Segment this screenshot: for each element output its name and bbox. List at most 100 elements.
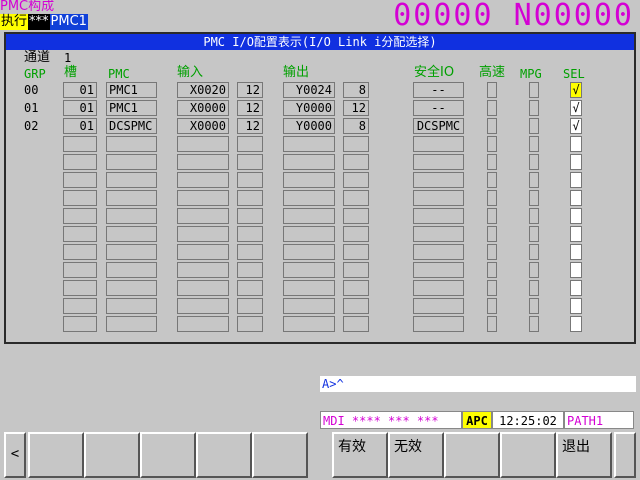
output-address-cell[interactable] [283,262,335,278]
command-input[interactable]: A>^ [320,376,636,392]
safety-io-cell[interactable] [413,136,464,152]
input-size-cell[interactable]: 12 [237,100,263,116]
slot-cell[interactable]: 01 [63,118,97,134]
input-size-cell[interactable] [237,280,263,296]
output-size-cell[interactable]: 8 [343,82,369,98]
high-speed-cell[interactable] [487,298,497,314]
slot-cell[interactable] [63,208,97,224]
input-size-cell[interactable] [237,172,263,188]
softkey-1[interactable] [28,432,84,478]
high-speed-cell[interactable] [487,136,497,152]
output-size-cell[interactable] [343,226,369,242]
softkey-enable[interactable]: 有效 [332,432,388,478]
mpg-cell[interactable] [529,244,539,260]
mpg-cell[interactable] [529,172,539,188]
input-address-cell[interactable] [177,154,229,170]
slot-cell[interactable] [63,244,97,260]
output-address-cell[interactable] [283,208,335,224]
output-size-cell[interactable]: 12 [343,100,369,116]
sel-cell[interactable] [570,244,582,260]
safety-io-cell[interactable] [413,244,464,260]
input-address-cell[interactable]: X0000 [177,100,229,116]
input-address-cell[interactable] [177,244,229,260]
pmc-cell[interactable] [106,172,157,188]
input-size-cell[interactable] [237,136,263,152]
output-address-cell[interactable] [283,154,335,170]
sel-cell[interactable] [570,298,582,314]
input-address-cell[interactable] [177,136,229,152]
sel-cell[interactable] [570,280,582,296]
safety-io-cell[interactable]: -- [413,100,464,116]
input-address-cell[interactable]: X0000 [177,118,229,134]
input-address-cell[interactable] [177,172,229,188]
pmc-cell[interactable] [106,136,157,152]
sel-cell[interactable]: √ [570,118,582,134]
high-speed-cell[interactable] [487,280,497,296]
safety-io-cell[interactable] [413,154,464,170]
mpg-cell[interactable] [529,190,539,206]
high-speed-cell[interactable] [487,316,497,332]
high-speed-cell[interactable] [487,208,497,224]
output-address-cell[interactable] [283,136,335,152]
sel-cell[interactable] [570,154,582,170]
input-size-cell[interactable] [237,154,263,170]
output-size-cell[interactable] [343,154,369,170]
sel-cell[interactable] [570,208,582,224]
mpg-cell[interactable] [529,208,539,224]
output-address-cell[interactable] [283,244,335,260]
safety-io-cell[interactable]: DCSPMC [413,118,464,134]
softkey-4[interactable] [196,432,252,478]
softkey-exit[interactable]: 退出 [556,432,612,478]
high-speed-cell[interactable] [487,226,497,242]
softkey-3[interactable] [140,432,196,478]
sel-cell[interactable] [570,190,582,206]
slot-cell[interactable] [63,280,97,296]
safety-io-cell[interactable] [413,262,464,278]
input-size-cell[interactable] [237,316,263,332]
input-size-cell[interactable] [237,262,263,278]
slot-cell[interactable] [63,262,97,278]
pmc-cell[interactable]: PMC1 [106,100,157,116]
mpg-cell[interactable] [529,100,539,116]
pmc-cell[interactable]: PMC1 [106,82,157,98]
slot-cell[interactable]: 01 [63,82,97,98]
sel-cell[interactable] [570,262,582,278]
input-address-cell[interactable] [177,316,229,332]
output-size-cell[interactable] [343,208,369,224]
sel-cell[interactable] [570,172,582,188]
safety-io-cell[interactable] [413,172,464,188]
input-size-cell[interactable] [237,298,263,314]
pmc-cell[interactable] [106,262,157,278]
high-speed-cell[interactable] [487,118,497,134]
high-speed-cell[interactable] [487,262,497,278]
safety-io-cell[interactable] [413,280,464,296]
slot-cell[interactable] [63,154,97,170]
output-address-cell[interactable] [283,172,335,188]
safety-io-cell[interactable]: -- [413,82,464,98]
input-size-cell[interactable] [237,190,263,206]
output-address-cell[interactable]: Y0024 [283,82,335,98]
output-address-cell[interactable]: Y0000 [283,100,335,116]
slot-cell[interactable] [63,172,97,188]
output-size-cell[interactable]: 8 [343,118,369,134]
input-size-cell[interactable]: 12 [237,82,263,98]
softkey-2[interactable] [84,432,140,478]
mpg-cell[interactable] [529,82,539,98]
high-speed-cell[interactable] [487,244,497,260]
output-size-cell[interactable] [343,316,369,332]
output-address-cell[interactable] [283,190,335,206]
pmc-cell[interactable] [106,298,157,314]
input-address-cell[interactable] [177,298,229,314]
softkey-right-arrow[interactable] [614,432,636,478]
mpg-cell[interactable] [529,226,539,242]
sel-cell[interactable] [570,226,582,242]
safety-io-cell[interactable] [413,298,464,314]
pmc-cell[interactable] [106,226,157,242]
safety-io-cell[interactable] [413,316,464,332]
high-speed-cell[interactable] [487,82,497,98]
input-address-cell[interactable] [177,190,229,206]
mpg-cell[interactable] [529,280,539,296]
softkey-8[interactable] [444,432,500,478]
mpg-cell[interactable] [529,118,539,134]
safety-io-cell[interactable] [413,208,464,224]
